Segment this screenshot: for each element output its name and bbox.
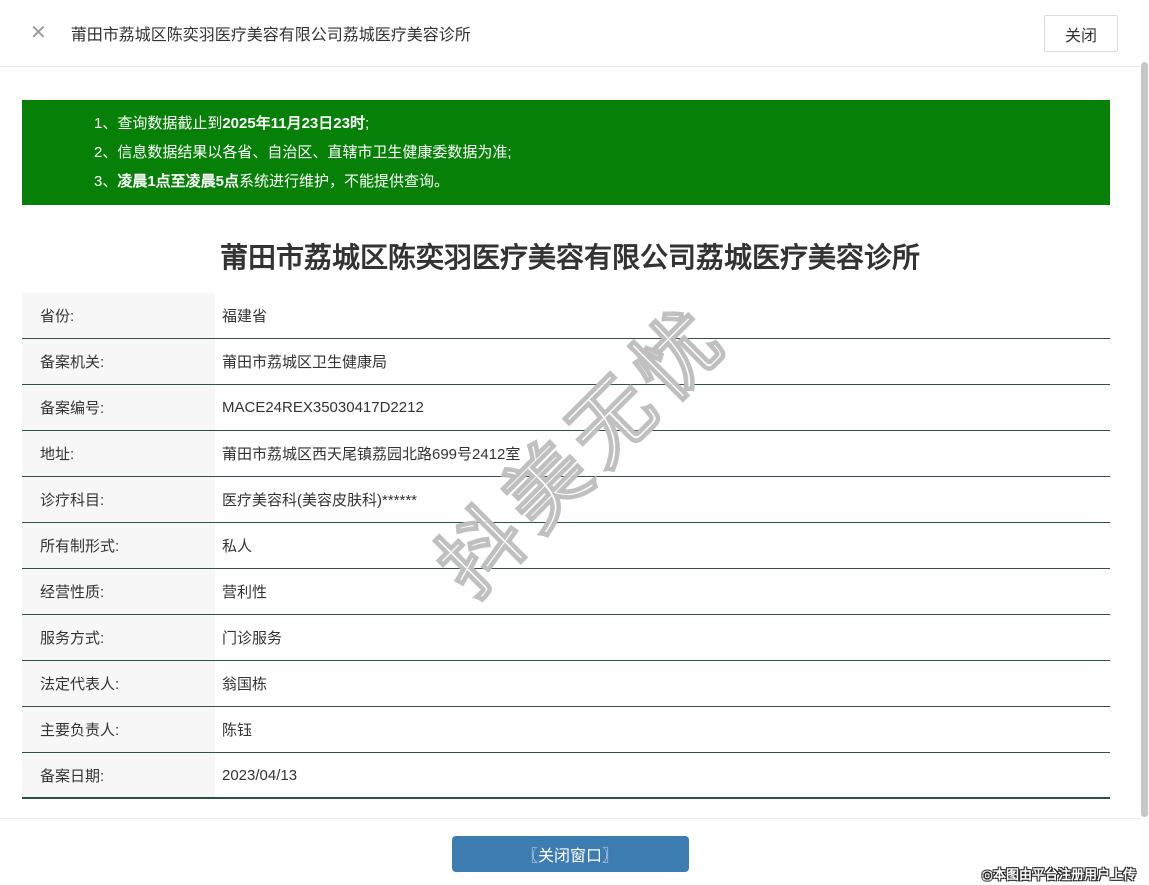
- row-label: 备案编号:: [22, 385, 215, 430]
- row-label: 服务方式:: [22, 615, 215, 660]
- info-table: 省份: 福建省 备案机关: 莆田市荔城区卫生健康局 备案编号: MACE24RE…: [22, 293, 1110, 799]
- vertical-scrollbar[interactable]: [1140, 0, 1149, 885]
- row-value: 莆田市荔城区卫生健康局: [215, 339, 1110, 384]
- dialog-title: 莆田市荔城区陈奕羽医疗美容有限公司荔城医疗美容诊所: [70, 27, 471, 44]
- notice-line-1: 1、查询数据截止到2025年11月23日23时;: [94, 115, 370, 132]
- row-value: 私人: [215, 523, 1110, 568]
- row-label: 省份:: [22, 293, 215, 338]
- row-value: 医疗美容科(美容皮肤科)******: [215, 477, 1110, 522]
- notice-line-2: 2、信息数据结果以各省、自治区、直辖市卫生健康委数据为准;: [94, 144, 512, 161]
- row-label: 备案日期:: [22, 753, 215, 797]
- table-row-legal-representative: 法定代表人: 翁国栋: [22, 661, 1110, 707]
- table-row-address: 地址: 莆田市荔城区西天尾镇荔园北路699号2412室: [22, 431, 1110, 477]
- table-row-service-mode: 服务方式: 门诊服务: [22, 615, 1110, 661]
- row-value: 福建省: [215, 293, 1110, 338]
- row-value: 2023/04/13: [215, 753, 1110, 797]
- upload-attribution: ◎本图由平台注册用户上传: [981, 867, 1136, 882]
- close-window-button[interactable]: 〖关闭窗口〗: [451, 836, 689, 872]
- row-value: 翁国栋: [215, 661, 1110, 706]
- table-row-principal: 主要负责人: 陈钰: [22, 707, 1110, 753]
- footer-divider: [0, 818, 1140, 819]
- close-button[interactable]: 关闭: [1044, 15, 1118, 52]
- row-value: MACE24REX35030417D2212: [215, 385, 1110, 430]
- row-label: 所有制形式:: [22, 523, 215, 568]
- close-icon[interactable]: ✕: [30, 23, 47, 43]
- table-row-business-nature: 经营性质: 营利性: [22, 569, 1110, 615]
- notice-line-3: 3、凌晨1点至凌晨5点系统进行维护，不能提供查询。: [94, 173, 450, 190]
- table-row-province: 省份: 福建省: [22, 293, 1110, 339]
- table-row-filing-authority: 备案机关: 莆田市荔城区卫生健康局: [22, 339, 1110, 385]
- row-label: 备案机关:: [22, 339, 215, 384]
- notice-banner: 1、查询数据截止到2025年11月23日23时; 2、信息数据结果以各省、自治区…: [22, 100, 1110, 205]
- row-label: 经营性质:: [22, 569, 215, 614]
- row-label: 法定代表人:: [22, 661, 215, 706]
- table-row-filing-date: 备案日期: 2023/04/13: [22, 753, 1110, 799]
- row-label: 地址:: [22, 431, 215, 476]
- dialog-header: ✕ 莆田市荔城区陈奕羽医疗美容有限公司荔城医疗美容诊所: [0, 0, 1140, 67]
- row-value: 营利性: [215, 569, 1110, 614]
- row-label: 诊疗科目:: [22, 477, 215, 522]
- row-label: 主要负责人:: [22, 707, 215, 752]
- page-title: 莆田市荔城区陈奕羽医疗美容有限公司荔城医疗美容诊所: [219, 242, 920, 273]
- row-value: 莆田市荔城区西天尾镇荔园北路699号2412室: [215, 431, 1110, 476]
- scrollbar-thumb[interactable]: [1141, 62, 1148, 817]
- table-row-ownership: 所有制形式: 私人: [22, 523, 1110, 569]
- row-value: 陈钰: [215, 707, 1110, 752]
- table-row-departments: 诊疗科目: 医疗美容科(美容皮肤科)******: [22, 477, 1110, 523]
- footer: 〖关闭窗口〗: [0, 836, 1140, 872]
- row-value: 门诊服务: [215, 615, 1110, 660]
- table-row-filing-number: 备案编号: MACE24REX35030417D2212: [22, 385, 1110, 431]
